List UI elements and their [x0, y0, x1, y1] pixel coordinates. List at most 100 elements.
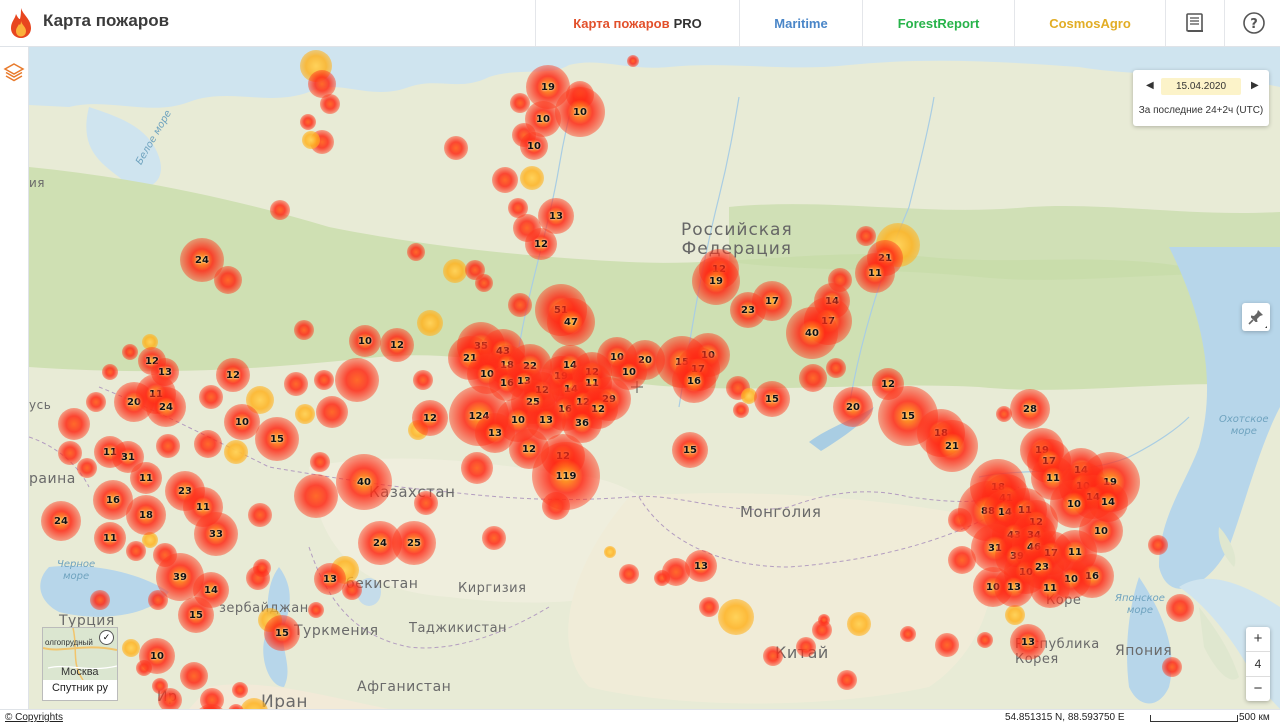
fire-hotspot[interactable]: [156, 434, 180, 458]
fire-hotspot[interactable]: [1148, 535, 1168, 555]
fire-hotspot[interactable]: [799, 364, 827, 392]
pin-button[interactable]: [1242, 303, 1270, 331]
fire-hotspot[interactable]: [444, 136, 468, 160]
fire-hotspot[interactable]: [102, 364, 118, 380]
fire-cluster[interactable]: 19: [692, 257, 740, 305]
fire-cluster[interactable]: 12: [412, 400, 448, 436]
fire-cluster[interactable]: 15: [264, 615, 300, 651]
fire-hotspot[interactable]: [407, 243, 425, 261]
next-date-icon[interactable]: ▶: [1251, 80, 1259, 91]
fire-hotspot[interactable]: [461, 452, 493, 484]
nav-maritime[interactable]: Maritime: [739, 0, 862, 46]
fire-cluster[interactable]: 15: [178, 597, 214, 633]
fire-hotspot[interactable]: [699, 597, 719, 617]
fire-cluster[interactable]: 13: [1010, 624, 1046, 660]
fire-cluster[interactable]: 24: [146, 387, 186, 427]
fire-cluster[interactable]: 11: [94, 522, 126, 554]
fire-cluster[interactable]: 119: [532, 442, 600, 510]
fire-hotspot[interactable]: [900, 626, 916, 642]
fire-hotspot[interactable]: [253, 559, 271, 577]
fire-cluster[interactable]: 24: [180, 238, 224, 282]
fire-cluster[interactable]: 10: [139, 638, 175, 674]
fire-hotspot[interactable]: [826, 358, 846, 378]
fire-hotspot[interactable]: [302, 131, 320, 149]
copyright-link[interactable]: © Copyrights: [5, 712, 63, 723]
book-button[interactable]: [1165, 0, 1224, 46]
layers-icon[interactable]: [3, 61, 25, 83]
fire-hotspot[interactable]: [977, 632, 993, 648]
fire-cluster[interactable]: 10: [349, 325, 381, 357]
fire-cluster[interactable]: 13: [314, 563, 346, 595]
nav-cosmosagro[interactable]: CosmosAgro: [1014, 0, 1165, 46]
fire-cluster[interactable]: 33: [194, 512, 238, 556]
fire-hotspot[interactable]: [443, 259, 467, 283]
fire-hotspot[interactable]: [482, 526, 506, 550]
zoom-out-button[interactable]: −: [1246, 677, 1270, 701]
fire-hotspot[interactable]: [294, 474, 338, 518]
fire-hotspot[interactable]: [1162, 657, 1182, 677]
fire-hotspot[interactable]: [520, 166, 544, 190]
fire-hotspot[interactable]: [320, 94, 340, 114]
app-title[interactable]: Карта пожаров: [43, 11, 169, 31]
fire-hotspot[interactable]: [413, 370, 433, 390]
fire-cluster[interactable]: 13: [994, 567, 1034, 607]
fire-hotspot[interactable]: [619, 564, 639, 584]
fire-cluster[interactable]: 15: [255, 417, 299, 461]
fire-cluster[interactable]: 25: [392, 521, 436, 565]
fire-cluster[interactable]: 10: [520, 132, 548, 160]
fire-cluster[interactable]: 47: [547, 298, 595, 346]
fire-cluster[interactable]: 11: [855, 253, 895, 293]
fire-cluster[interactable]: 40: [786, 307, 838, 359]
fire-hotspot[interactable]: [796, 637, 816, 657]
basemap-switcher[interactable]: олгопрудный Москва ✓ Спутник ру: [42, 627, 118, 701]
nav-forestreport[interactable]: ForestReport: [862, 0, 1014, 46]
fire-hotspot[interactable]: [818, 614, 830, 626]
fire-hotspot[interactable]: [90, 590, 110, 610]
fire-hotspot[interactable]: [1166, 594, 1194, 622]
fire-cluster[interactable]: 16: [672, 359, 716, 403]
fire-hotspot[interactable]: [718, 599, 754, 635]
fire-hotspot[interactable]: [763, 646, 783, 666]
fire-hotspot[interactable]: [232, 682, 248, 698]
fire-hotspot[interactable]: [492, 167, 518, 193]
fire-hotspot[interactable]: [837, 670, 857, 690]
date-value[interactable]: 15.04.2020: [1161, 78, 1241, 95]
fire-hotspot[interactable]: [316, 396, 348, 428]
fire-cluster[interactable]: 12: [525, 228, 557, 260]
fire-hotspot[interactable]: [122, 344, 138, 360]
fire-cluster[interactable]: 23: [730, 292, 766, 328]
nav-fire-map-pro[interactable]: Карта пожаров PRO: [535, 0, 739, 46]
fire-cluster[interactable]: 12: [380, 328, 414, 362]
fire-hotspot[interactable]: [284, 372, 308, 396]
fire-cluster[interactable]: 18: [126, 495, 166, 535]
fire-hotspot[interactable]: [180, 662, 208, 690]
fire-hotspot[interactable]: [194, 430, 222, 458]
fire-hotspot[interactable]: [308, 602, 324, 618]
fire-hotspot[interactable]: [270, 200, 290, 220]
fire-hotspot[interactable]: [335, 358, 379, 402]
help-button[interactable]: ?: [1224, 0, 1280, 46]
fire-hotspot[interactable]: [294, 320, 314, 340]
fire-map[interactable]: Российская Федерация Казахстан Монголия К…: [29, 47, 1280, 709]
fire-hotspot[interactable]: [508, 293, 532, 317]
fire-cluster[interactable]: 12: [216, 358, 250, 392]
prev-date-icon[interactable]: ◀: [1146, 80, 1154, 91]
fire-cluster[interactable]: 15: [672, 432, 708, 468]
fire-hotspot[interactable]: [224, 440, 248, 464]
fire-cluster[interactable]: 24: [41, 501, 81, 541]
fire-cluster[interactable]: 11: [130, 462, 162, 494]
fire-hotspot[interactable]: [86, 392, 106, 412]
fire-hotspot[interactable]: [733, 402, 749, 418]
zoom-in-button[interactable]: +: [1246, 627, 1270, 651]
fire-hotspot[interactable]: [417, 310, 443, 336]
fire-cluster[interactable]: 11: [1030, 568, 1070, 608]
fire-cluster[interactable]: 21: [926, 420, 978, 472]
fire-hotspot[interactable]: [935, 633, 959, 657]
fire-hotspot[interactable]: [627, 55, 639, 67]
fire-cluster[interactable]: 20: [833, 387, 873, 427]
fire-cluster[interactable]: 13: [685, 550, 717, 582]
fire-cluster[interactable]: 15: [754, 381, 790, 417]
fire-hotspot[interactable]: [199, 385, 223, 409]
fire-hotspot[interactable]: [475, 274, 493, 292]
fire-hotspot[interactable]: [122, 639, 140, 657]
